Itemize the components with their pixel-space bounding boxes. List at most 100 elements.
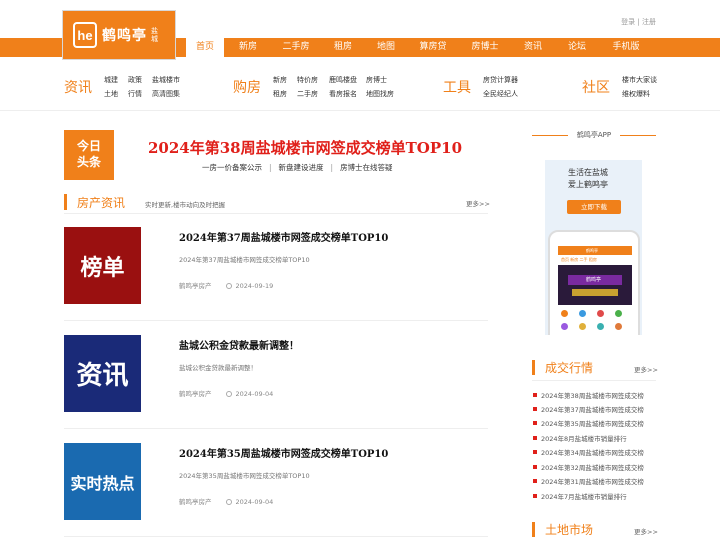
subnav-link[interactable]: 土地: [104, 89, 118, 99]
deals-list-item[interactable]: 2024年8月盐城楼市销量排行: [533, 433, 627, 443]
deals-section-title: 成交行情: [545, 361, 594, 375]
today-badge-line1: 今日: [76, 139, 101, 153]
logo-badge-icon: he: [73, 22, 97, 48]
news-title[interactable]: 盐城公积金贷款最新调整！: [179, 337, 299, 352]
phone-banner-text: 鹤鸣亭: [586, 277, 602, 283]
top-links-separator: |: [637, 18, 640, 26]
app-icon: [579, 310, 586, 317]
subnav-title: 购房: [233, 80, 261, 96]
land-section-bar: [532, 522, 535, 537]
news-section-line: [64, 213, 488, 214]
news-title[interactable]: 2024年第35周盐城楼市网签成交榜单TOP10: [179, 445, 388, 460]
subnav-link[interactable]: 政策: [128, 75, 142, 85]
nav-item-loan-calc[interactable]: 算房贷: [413, 38, 453, 57]
app-icon: [561, 323, 568, 330]
subnav-link[interactable]: 鹿鸣楼盘: [329, 75, 357, 85]
nav-item-rent[interactable]: 租房: [326, 38, 360, 57]
nav-item-forum[interactable]: 论坛: [560, 38, 594, 57]
nav-item-second-hand[interactable]: 二手房: [278, 38, 314, 57]
bullet-icon: [533, 479, 537, 483]
page-root: he 鹤鸣亭 盐城 登录 | 注册 首页 新房 二手房 租房 地图 算房贷 房博…: [0, 0, 720, 540]
clock-icon: [225, 283, 232, 289]
deals-item-text: 2024年第37周盐城楼市网签成交榜: [541, 406, 644, 414]
phone-tabs: 首页 新房 二手 租房: [561, 257, 597, 262]
deals-item-text: 2024年7月盐城楼市销量排行: [541, 493, 627, 501]
subnav-link[interactable]: 高清图集: [152, 89, 180, 99]
subnav-link[interactable]: 维权爆料: [622, 89, 650, 99]
nav-item-map[interactable]: 地图: [369, 38, 403, 57]
subnav-link[interactable]: 二手房: [297, 89, 318, 99]
news-thumb[interactable]: 资讯: [64, 335, 141, 412]
app-download-button[interactable]: 立即下载: [567, 200, 621, 214]
nav-item-doctor[interactable]: 房博士: [465, 38, 505, 57]
site-logo[interactable]: he 鹤鸣亭 盐城: [62, 10, 176, 60]
app-section-header: 鹤鸣亭APP: [532, 129, 656, 141]
deals-item-text: 2024年第38周盐城楼市网签成交榜: [541, 392, 644, 400]
news-thumb[interactable]: 实时热点: [64, 443, 141, 520]
deals-list-item[interactable]: 2024年第35周盐城楼市网签成交榜: [533, 418, 644, 428]
deals-item-text: 2024年8月盐城楼市销量排行: [541, 435, 627, 443]
subnav-link[interactable]: 租房: [273, 89, 287, 99]
news-source: 鹤鸣亭房产: [179, 498, 212, 506]
news-section-title: 房产资讯: [77, 196, 126, 210]
app-head-line: [620, 135, 656, 136]
headline-title[interactable]: 2024年第38周盐城楼市网签成交榜单TOP10: [148, 137, 462, 158]
news-divider: [64, 320, 488, 321]
app-slogan: 爱上鹤鸣亭: [568, 180, 608, 189]
nav-item-news[interactable]: 资讯: [516, 38, 550, 57]
deals-list-item[interactable]: 2024年第38周盐城楼市网签成交榜: [533, 390, 644, 400]
subnav-link[interactable]: 新房: [273, 75, 287, 85]
nav-item-home[interactable]: 首页: [186, 38, 224, 57]
deals-list-item[interactable]: 2024年第31周盐城楼市网签成交榜: [533, 476, 644, 486]
subnav-link[interactable]: 房贷计算器: [483, 75, 518, 85]
deals-item-text: 2024年第35周盐城楼市网签成交榜: [541, 420, 644, 428]
subnav-link[interactable]: 全民经纪人: [483, 89, 518, 99]
subnav-link[interactable]: 楼市大家谈: [622, 75, 657, 85]
subnav-tools: 工具 房贷计算器 全民经纪人: [443, 68, 533, 104]
subnav-link[interactable]: 行情: [128, 89, 142, 99]
news-title[interactable]: 2024年第37周盐城楼市网签成交榜单TOP10: [179, 229, 388, 244]
register-link[interactable]: 注册: [642, 18, 656, 26]
subnav-divider: [0, 110, 720, 111]
phone-mockup: 鹤鸣亭 首页 新房 二手 租房 鹤鸣亭: [548, 230, 640, 335]
bullet-icon: [533, 421, 537, 425]
app-icon: [561, 310, 568, 317]
bullet-icon: [533, 494, 537, 498]
logo-city: 盐城: [151, 27, 158, 43]
subnav-link[interactable]: 看房报名: [329, 89, 357, 99]
news-thumb[interactable]: 榜单: [64, 227, 141, 304]
subnav-link[interactable]: 特价房: [297, 75, 318, 85]
logo-name: 鹤鸣亭: [102, 28, 147, 44]
subnav-link[interactable]: 房博士: [366, 75, 387, 85]
subnav-link[interactable]: 城建: [104, 75, 118, 85]
news-meta: 鹤鸣亭房产 2024-09-19: [179, 280, 273, 290]
news-section-bar: [64, 194, 67, 210]
subnav-community: 社区 楼市大家谈 维权爆料: [582, 68, 662, 104]
news-date: 2024-09-04: [235, 390, 274, 398]
deals-more-link[interactable]: 更多>>: [634, 364, 658, 374]
news-date: 2024-09-19: [235, 282, 274, 290]
deals-list-item[interactable]: 2024年7月盐城楼市销量排行: [533, 491, 627, 501]
subnav-link[interactable]: 盐城楼市: [152, 75, 180, 85]
news-more-link[interactable]: 更多>>: [466, 198, 490, 208]
news-summary: 盐城公积金贷款最新调整！: [179, 364, 257, 372]
nav-item-new-house[interactable]: 新房: [230, 38, 266, 57]
bullet-icon: [533, 436, 537, 440]
headline-link[interactable]: 新盘建设进度: [279, 163, 324, 172]
nav-item-mobile[interactable]: 手机版: [605, 38, 647, 57]
news-date: 2024-09-04: [235, 498, 274, 506]
app-promo: 生活在盐城 爱上鹤鸣亭 立即下载 鹤鸣亭 首页 新房 二手 租房 鹤鸣亭: [545, 160, 642, 335]
deals-list-item[interactable]: 2024年第32周盐城楼市网签成交榜: [533, 462, 644, 472]
headline-link[interactable]: 房博士在线答疑: [340, 163, 393, 172]
app-slogan: 生活在盐城: [568, 168, 608, 177]
deals-list-item[interactable]: 2024年第34周盐城楼市网签成交榜: [533, 447, 644, 457]
bullet-icon: [533, 465, 537, 469]
deals-item-text: 2024年第31周盐城楼市网签成交榜: [541, 478, 644, 486]
app-icon: [615, 310, 622, 317]
land-more-link[interactable]: 更多>>: [634, 526, 658, 536]
login-link[interactable]: 登录: [621, 18, 635, 26]
deals-list-item[interactable]: 2024年第37周盐城楼市网签成交榜: [533, 404, 644, 414]
headline-link[interactable]: 一房一价备案公示: [202, 163, 262, 172]
subnav-link[interactable]: 地图找房: [366, 89, 394, 99]
headline-links: 一房一价备案公示 | 新盘建设进度 | 房博士在线答疑: [202, 162, 393, 173]
